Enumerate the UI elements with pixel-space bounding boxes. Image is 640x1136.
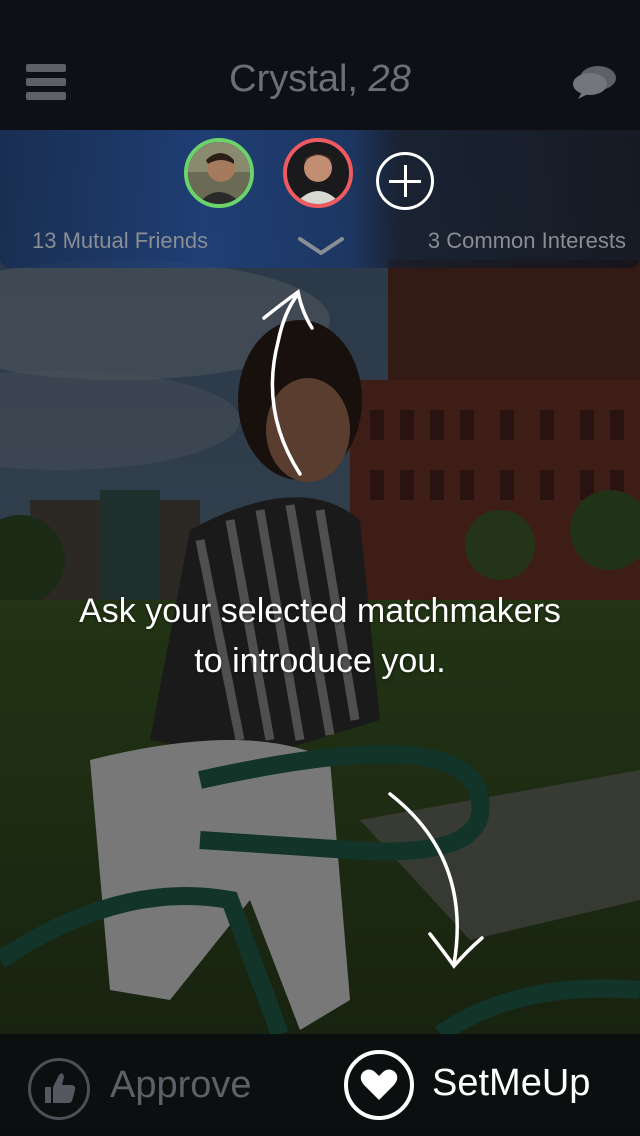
matchmaker-hint-text: Ask your selected matchmakers to introdu…: [0, 586, 640, 686]
profile-age: 28: [368, 58, 411, 100]
mutual-friends-count[interactable]: 13 Mutual Friends: [32, 228, 208, 254]
hint-line-1: Ask your selected matchmakers: [79, 592, 561, 630]
add-matchmaker-icon[interactable]: [376, 152, 434, 210]
friend-avatar-2-photo: [287, 142, 349, 204]
approve-button[interactable]: Approve: [110, 1064, 252, 1107]
hint-line-2: to introduce you.: [194, 642, 446, 680]
top-bar: Crystal, 28: [0, 0, 640, 130]
common-interests-count[interactable]: 3 Common Interests: [428, 228, 626, 254]
friend-avatar-1-photo: [188, 142, 250, 204]
hand-drawn-arrow-up-icon: [262, 289, 314, 476]
friend-avatar-1[interactable]: [184, 138, 254, 208]
hand-drawn-arrow-down-icon: [388, 792, 484, 969]
profile-name: Crystal,: [229, 58, 358, 100]
setmeup-button[interactable]: SetMeUp: [432, 1062, 590, 1105]
chat-bubbles-icon[interactable]: [572, 64, 618, 100]
bottom-action-bar: Approve SetMeUp: [0, 1034, 640, 1136]
thumbs-up-icon[interactable]: [28, 1058, 90, 1120]
friend-avatar-2[interactable]: [283, 138, 353, 208]
profile-title: Crystal, 28: [0, 58, 640, 101]
heart-icon[interactable]: [344, 1050, 414, 1120]
chevron-down-icon[interactable]: [298, 236, 344, 256]
